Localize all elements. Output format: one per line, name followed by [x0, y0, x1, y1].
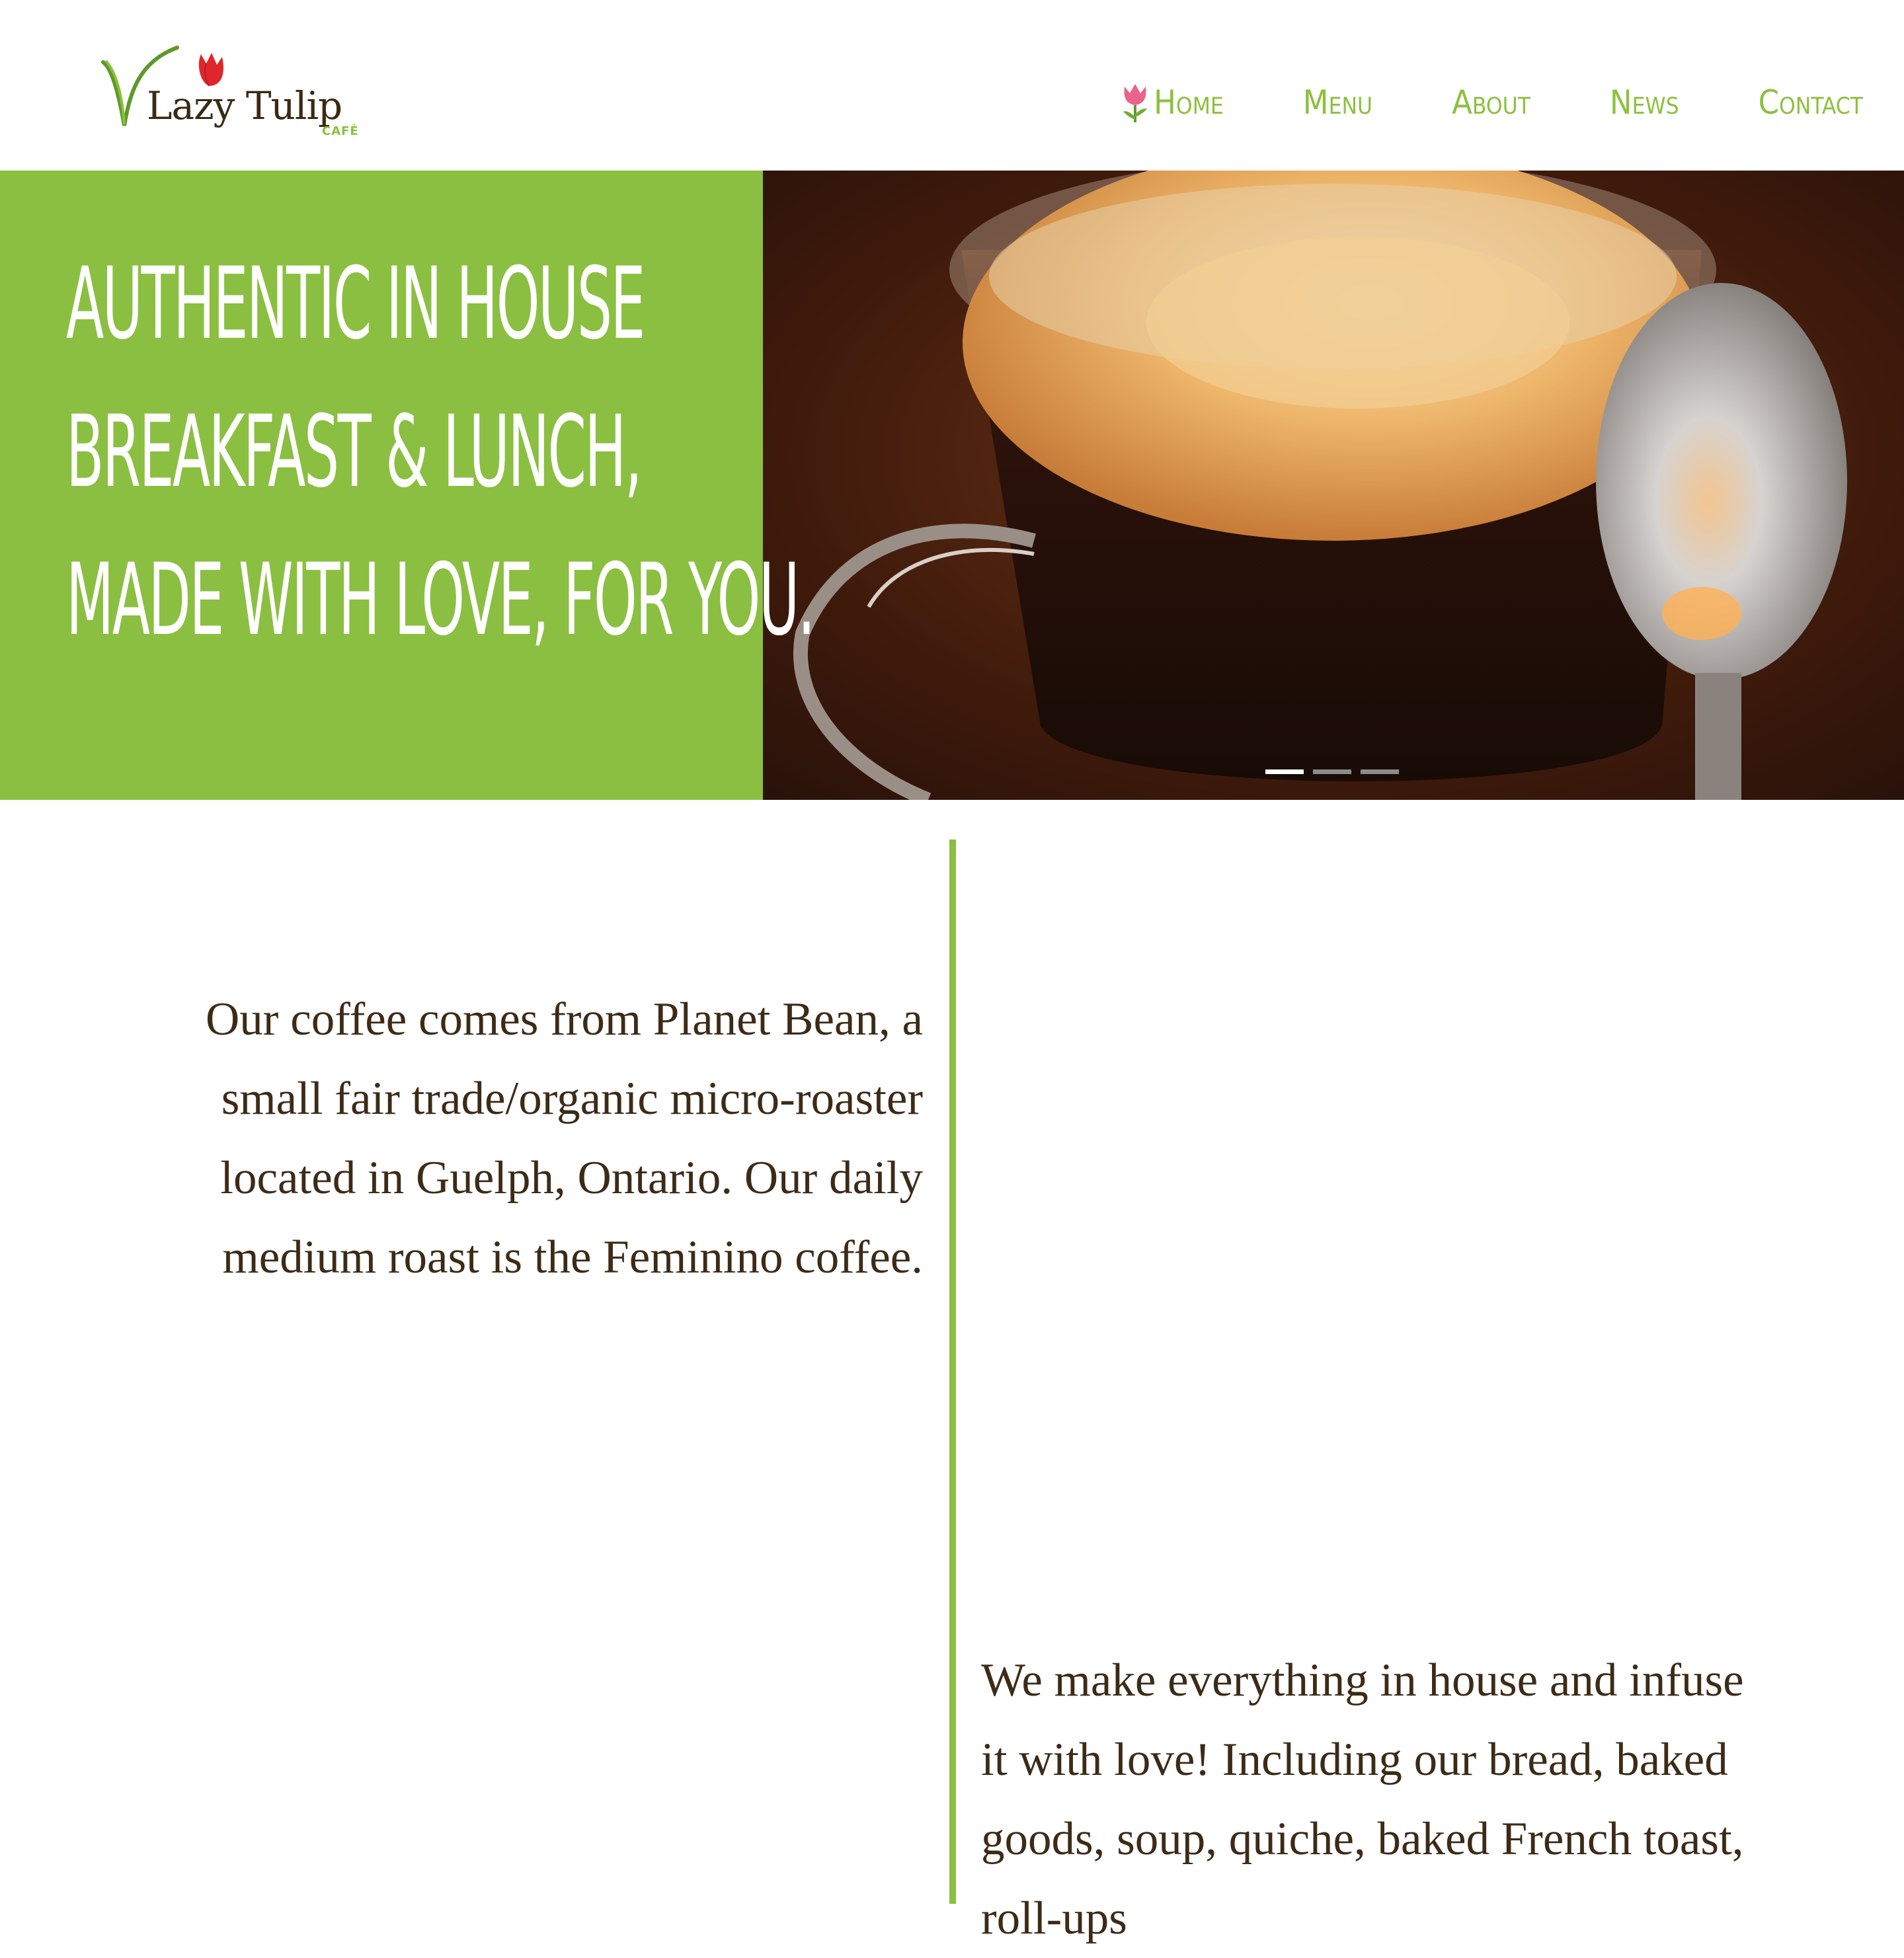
nav-about[interactable]: About: [1452, 83, 1530, 122]
main-nav: Home Menu About News Contact: [1121, 73, 1863, 132]
nav-home-label: Home: [1154, 83, 1224, 122]
hero-coffee-image: [763, 171, 1904, 800]
coffee-paragraph: Our coffee comes from Planet Bean, a sma…: [206, 994, 923, 1283]
hero-title: AUTHENTIC IN HOUSE BREAKFAST & LUNCH, MA…: [66, 230, 815, 674]
nav-news[interactable]: News: [1610, 83, 1679, 122]
nav-about-label: About: [1452, 83, 1530, 122]
timeline-divider: [949, 840, 956, 1904]
hero-title-line-3: MADE WITH LOVE, FOR YOU.: [66, 543, 815, 658]
logo[interactable]: Lazy Tulip CAFÉ: [99, 42, 364, 141]
tulip-icon: [1123, 84, 1148, 122]
hero-title-line-1: AUTHENTIC IN HOUSE: [66, 247, 645, 362]
site-header: Lazy Tulip CAFÉ Home Menu About News Con…: [0, 0, 1904, 171]
slider-dot-2[interactable]: [1313, 769, 1351, 774]
nav-contact-label: Contact: [1758, 83, 1863, 122]
brand-sub: CAFÉ: [322, 124, 359, 138]
hero-title-line-2: BREAKFAST & LUNCH,: [66, 395, 642, 510]
nav-home[interactable]: Home: [1121, 81, 1224, 124]
brand-name: Lazy Tulip: [147, 83, 342, 128]
nav-menu-label: Menu: [1302, 83, 1373, 122]
slider-dot-3[interactable]: [1361, 769, 1399, 774]
nav-menu[interactable]: Menu: [1303, 83, 1372, 122]
nav-contact[interactable]: Contact: [1759, 83, 1863, 122]
slider-pagination: [1265, 769, 1408, 774]
nav-news-label: News: [1609, 83, 1679, 122]
hero-slider: AUTHENTIC IN HOUSE BREAKFAST & LUNCH, MA…: [0, 171, 1904, 800]
slider-dot-1[interactable]: [1265, 769, 1304, 774]
in-house-paragraph: We make everything in house and infuse i…: [981, 1655, 1744, 1944]
